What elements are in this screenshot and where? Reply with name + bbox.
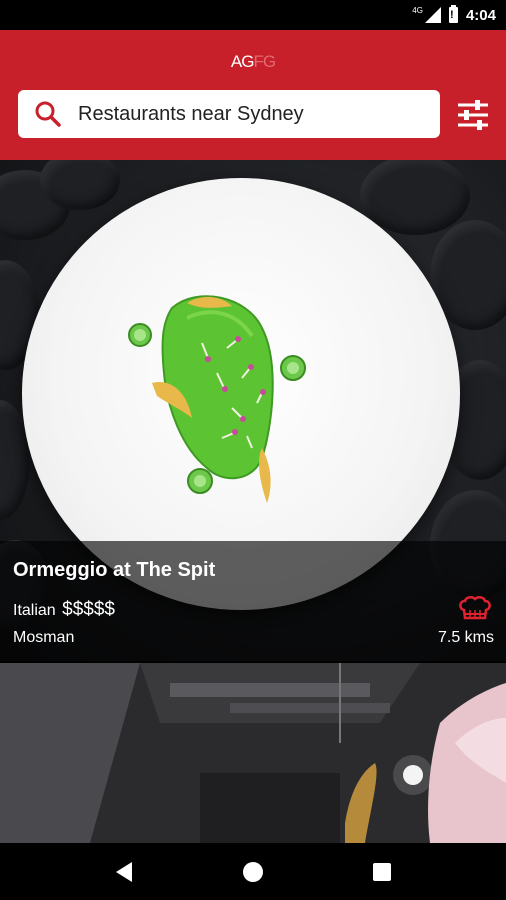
- cuisine-label: Italian: [13, 602, 56, 619]
- back-icon[interactable]: [104, 852, 144, 892]
- home-icon[interactable]: [233, 852, 273, 892]
- status-time: 4:04: [465, 6, 496, 24]
- restaurant-card[interactable]: Ormeggio at The Spit Italian $$$$$ Mosma…: [0, 160, 506, 661]
- search-bar[interactable]: Restaurants near Sydney: [18, 90, 440, 138]
- restaurant-distance: 7.5 kms: [437, 629, 494, 646]
- network-type: 4G: [412, 5, 423, 15]
- card-info-overlay: Ormeggio at The Spit Italian $$$$$ Mosma…: [0, 541, 506, 661]
- search-icon: [34, 100, 62, 128]
- app-logo: AGFG: [230, 52, 276, 71]
- filter-sliders-icon[interactable]: [456, 98, 490, 132]
- app-header: AGFG Restaurants near Sydney: [0, 30, 506, 160]
- restaurant-suburb: Mosman: [13, 629, 75, 646]
- restaurant-name: Ormeggio at The Spit: [13, 559, 216, 581]
- signal-icon: [424, 7, 441, 23]
- battery-icon: !: [448, 5, 458, 23]
- search-input[interactable]: Restaurants near Sydney: [78, 103, 304, 126]
- restaurant-photo: [0, 663, 506, 843]
- chef-hat-icon: [458, 596, 492, 620]
- price-level: $$$$$: [62, 599, 115, 620]
- status-bar: 4G ! 4:04: [0, 0, 506, 30]
- recents-icon[interactable]: [362, 852, 402, 892]
- restaurant-card[interactable]: [0, 663, 506, 843]
- app-screen: 4G ! 4:04 AGFG Restaurants near Sydney O…: [0, 0, 506, 900]
- restaurant-cuisine-line: Italian $$$$$: [13, 599, 115, 621]
- system-nav-bar: [0, 843, 506, 900]
